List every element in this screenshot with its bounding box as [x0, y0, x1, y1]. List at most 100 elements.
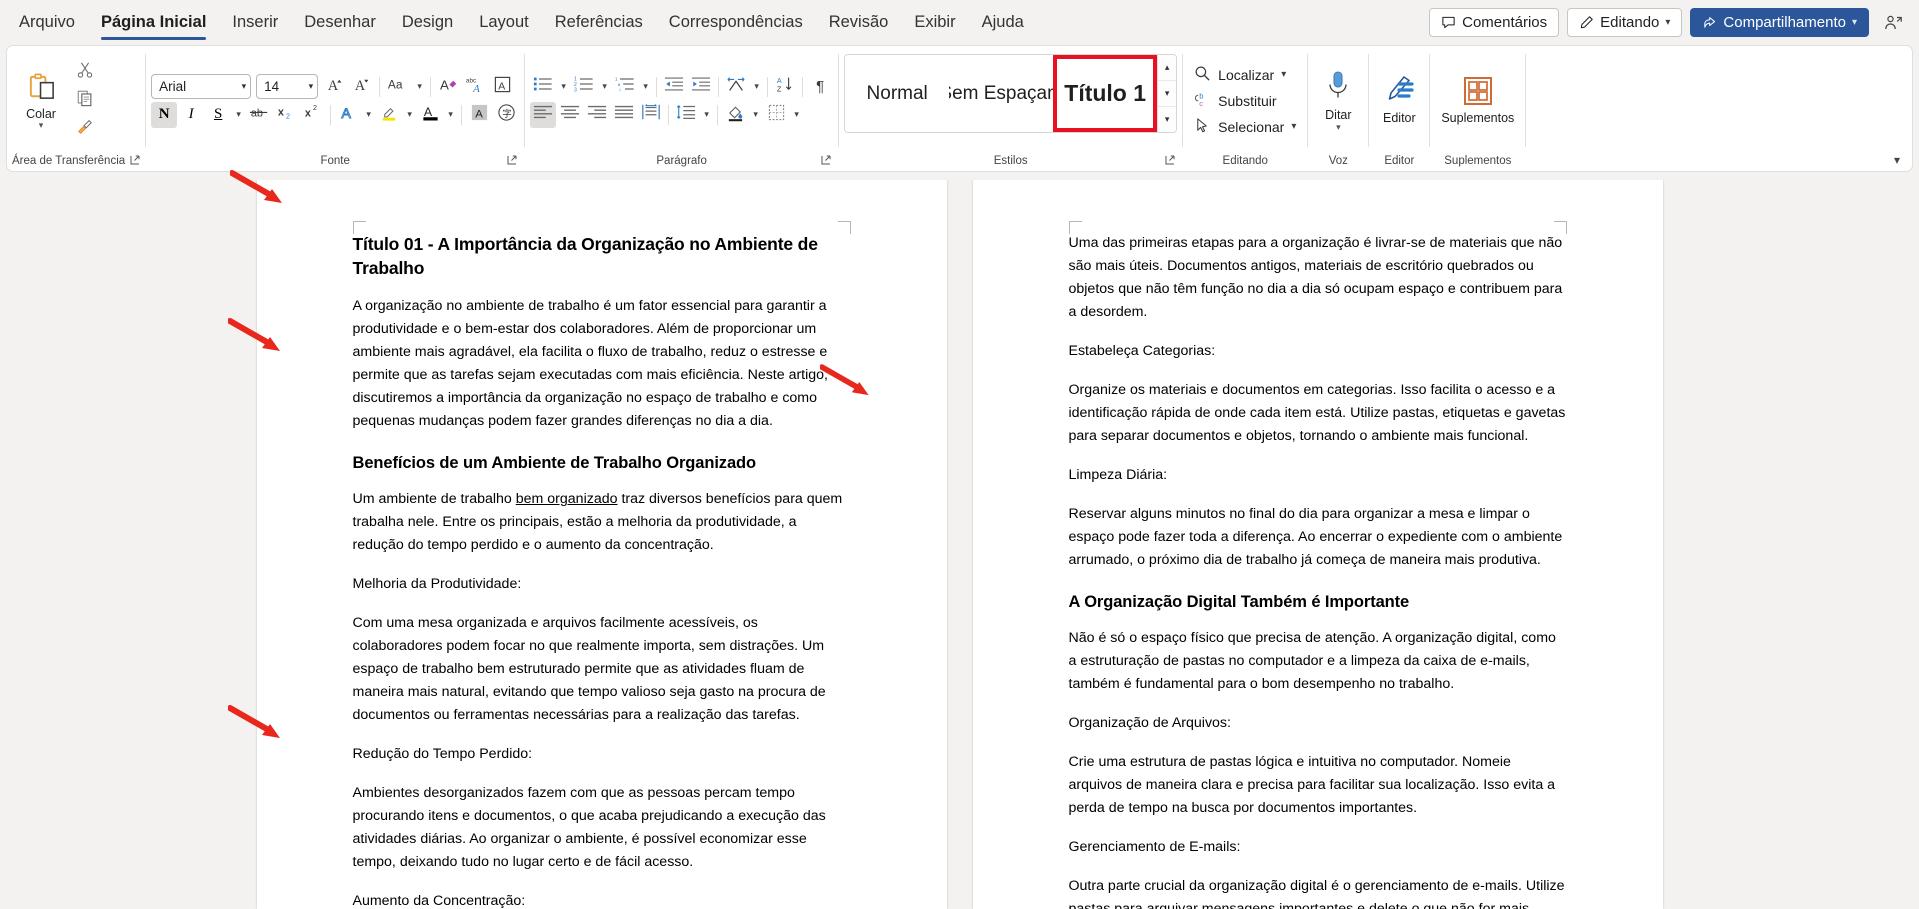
shading-fill-icon: [726, 103, 745, 127]
character-border-button[interactable]: A: [489, 74, 515, 100]
text-direction-dropdown[interactable]: ▾: [750, 74, 763, 100]
styles-more-button[interactable]: ▾: [1158, 107, 1176, 132]
align-right-button[interactable]: [584, 102, 610, 128]
styles-gallery-scrollbar[interactable]: ▴ ▾ ▾: [1157, 55, 1176, 132]
document-page-left[interactable]: Título 01 - A Importância da Organização…: [257, 180, 947, 909]
paste-button[interactable]: Colar ▾: [12, 69, 70, 133]
select-button[interactable]: Selecionar ▾: [1188, 114, 1302, 139]
line-spacing-button[interactable]: [673, 102, 699, 128]
shrink-font-button[interactable]: A: [349, 74, 375, 100]
line-spacing-dropdown[interactable]: ▾: [700, 102, 713, 128]
find-button[interactable]: Localizar ▾: [1188, 62, 1302, 87]
font-color-button[interactable]: A: [417, 102, 443, 128]
chevron-down-icon[interactable]: ▾: [39, 121, 44, 129]
spelling-check-button[interactable]: abcA: [462, 74, 488, 100]
character-shading-button[interactable]: A: [466, 102, 492, 128]
ribbon-tab-layout[interactable]: Layout: [466, 0, 542, 45]
align-center-button[interactable]: [557, 102, 583, 128]
change-case-button[interactable]: Aa: [384, 74, 412, 100]
increase-indent-button[interactable]: [688, 74, 714, 100]
editor-button[interactable]: Editor: [1374, 72, 1424, 129]
style-item-sem-espa-am[interactable]: Sem Espaçam: [949, 55, 1053, 132]
document-canvas[interactable]: Título 01 - A Importância da Organização…: [0, 180, 1919, 909]
dictate-button[interactable]: Ditar ▾: [1313, 67, 1363, 134]
bullets-button[interactable]: [530, 74, 556, 100]
addins-button[interactable]: Suplementos: [1435, 72, 1520, 129]
format-painter-button[interactable]: [72, 116, 98, 142]
ribbon-tab-design[interactable]: Design: [389, 0, 466, 45]
paragraph-dialog-launcher[interactable]: [821, 155, 831, 168]
document-paragraph: Crie uma estrutura de pastas lógica e in…: [1069, 751, 1567, 820]
text-effects-dropdown[interactable]: ▾: [362, 102, 375, 128]
multilevel-list-dropdown[interactable]: ▾: [639, 74, 652, 100]
shading-button[interactable]: [722, 102, 748, 128]
style-item-normal[interactable]: Normal: [845, 55, 949, 132]
ribbon-tab-inserir[interactable]: Inserir: [219, 0, 291, 45]
ribbon-tab-arquivo[interactable]: Arquivo: [6, 0, 88, 45]
underline-button[interactable]: S: [205, 102, 231, 128]
font-family-combo[interactable]: Arial ▾: [151, 74, 251, 99]
chevron-down-icon[interactable]: ▾: [1336, 123, 1341, 131]
ribbon-tab-ajuda[interactable]: Ajuda: [969, 0, 1037, 45]
justify-button[interactable]: [611, 102, 637, 128]
ribbon-tab-desenhar[interactable]: Desenhar: [291, 0, 389, 45]
phonetic-guide-button[interactable]: 字: [493, 102, 519, 128]
font-color-dropdown[interactable]: ▾: [444, 102, 457, 128]
clipboard-dialog-launcher[interactable]: [130, 155, 140, 168]
borders-icon: [767, 103, 786, 127]
document-body-left[interactable]: Título 01 - A Importância da Organização…: [353, 232, 851, 909]
numbering-button[interactable]: 123: [571, 74, 597, 100]
clear-formatting-button[interactable]: A: [435, 74, 461, 100]
cut-button[interactable]: [72, 60, 98, 86]
ltr-rtl-button[interactable]: [723, 74, 749, 100]
styles-scroll-up-button[interactable]: ▴: [1158, 55, 1176, 81]
shading-dropdown[interactable]: ▾: [749, 102, 762, 128]
borders-dropdown[interactable]: ▾: [790, 102, 803, 128]
collapse-ribbon-button[interactable]: ▾: [1888, 151, 1906, 169]
grow-font-button[interactable]: A: [322, 74, 348, 100]
svg-text:A: A: [328, 78, 339, 94]
multilevel-list-button[interactable]: 1ai: [612, 74, 638, 100]
person-share-icon-button[interactable]: [1877, 8, 1909, 38]
chevron-down-icon[interactable]: ▾: [1281, 69, 1286, 80]
sort-button[interactable]: AZ: [772, 74, 798, 100]
styles-scroll-down-button[interactable]: ▾: [1158, 81, 1176, 107]
show-formatting-marks-button[interactable]: ¶: [807, 74, 833, 100]
font-dialog-launcher[interactable]: [507, 155, 517, 168]
underline-dropdown[interactable]: ▾: [232, 102, 245, 128]
distribute-text-button[interactable]: [638, 102, 664, 128]
document-paragraph: Melhoria da Produtividade:: [353, 573, 851, 596]
change-case-dropdown[interactable]: ▾: [413, 74, 426, 100]
superscript-button[interactable]: x2: [300, 102, 326, 128]
numbering-dropdown[interactable]: ▾: [598, 74, 611, 100]
ribbon-tab-p-gina-inicial[interactable]: Página Inicial: [88, 0, 219, 45]
share-button[interactable]: Compartilhamento ▾: [1690, 8, 1869, 37]
document-page-right[interactable]: Uma das primeiras etapas para a organiza…: [973, 180, 1663, 909]
borders-button[interactable]: [763, 102, 789, 128]
strikethrough-button[interactable]: ab: [246, 102, 272, 128]
align-left-button[interactable]: [530, 102, 556, 128]
italic-button[interactable]: I: [178, 102, 204, 128]
ribbon-tab-revis-o[interactable]: Revisão: [816, 0, 902, 45]
copy-button[interactable]: [72, 88, 98, 114]
svg-text:A: A: [355, 78, 366, 94]
editing-mode-button[interactable]: Editando ▾: [1567, 8, 1682, 37]
comments-button[interactable]: Comentários: [1429, 8, 1559, 37]
bullets-dropdown[interactable]: ▾: [557, 74, 570, 100]
highlight-dropdown[interactable]: ▾: [403, 102, 416, 128]
decrease-indent-button[interactable]: [661, 74, 687, 100]
style-item-t-tulo-1[interactable]: Título 1: [1053, 55, 1157, 132]
text-effects-button[interactable]: A: [335, 102, 361, 128]
subscript-button[interactable]: x2: [273, 102, 299, 128]
highlight-button[interactable]: [376, 102, 402, 128]
styles-dialog-launcher[interactable]: [1165, 155, 1175, 168]
document-body-right[interactable]: Uma das primeiras etapas para a organiza…: [1069, 232, 1567, 909]
ribbon-tab-exibir[interactable]: Exibir: [901, 0, 968, 45]
font-size-combo[interactable]: 14 ▾: [256, 74, 318, 99]
replace-button[interactable]: bc Substituir: [1188, 88, 1302, 113]
increase-indent-icon: [691, 75, 711, 98]
chevron-down-icon[interactable]: ▾: [1291, 121, 1296, 132]
bold-button[interactable]: N: [151, 102, 177, 128]
ribbon-tab-refer-ncias[interactable]: Referências: [542, 0, 656, 45]
ribbon-tab-correspond-ncias[interactable]: Correspondências: [656, 0, 816, 45]
